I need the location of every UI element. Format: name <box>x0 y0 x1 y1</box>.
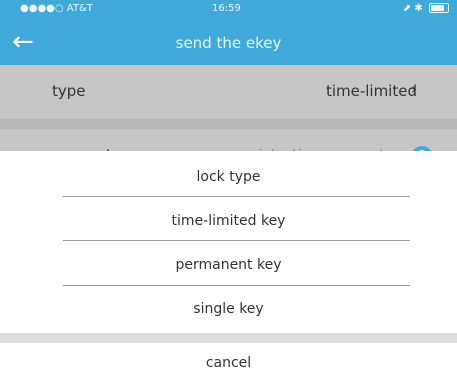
carrier-text: ●●●●○ AT&T <box>20 3 93 14</box>
status-bar: ●●●●○ AT&T 16:59 ⬈ ✱ <box>0 0 457 20</box>
top-bar: ●●●●○ AT&T 16:59 ⬈ ✱ ← send the ekey <box>0 0 457 65</box>
option-single-key[interactable]: single key <box>0 287 457 331</box>
type-label: type <box>52 82 86 100</box>
status-time: 16:59 <box>212 3 241 14</box>
divider <box>63 240 410 241</box>
chevron-right-icon: › <box>411 80 417 98</box>
type-row[interactable]: type time-limited › <box>0 65 457 129</box>
option-permanent-key[interactable]: permanent key <box>0 243 457 287</box>
action-sheet-title: lock type <box>196 169 261 185</box>
lock-type-action-sheet: lock type time-limited key permanent key… <box>0 151 457 383</box>
page-title: send the ekey <box>175 34 282 52</box>
type-value: time-limited <box>325 82 417 100</box>
divider <box>63 285 410 286</box>
cancel-button[interactable]: cancel <box>0 343 457 383</box>
divider <box>63 196 410 197</box>
screen: ●●●●○ AT&T 16:59 ⬈ ✱ ← send the ekey typ… <box>0 0 457 383</box>
status-icons: ⬈ ✱ <box>403 3 449 14</box>
status-right-text: ⬈ ✱ <box>402 3 423 14</box>
battery-icon <box>429 3 449 13</box>
sheet-gap <box>0 333 457 343</box>
option-time-limited-key[interactable]: time-limited key <box>0 199 457 243</box>
